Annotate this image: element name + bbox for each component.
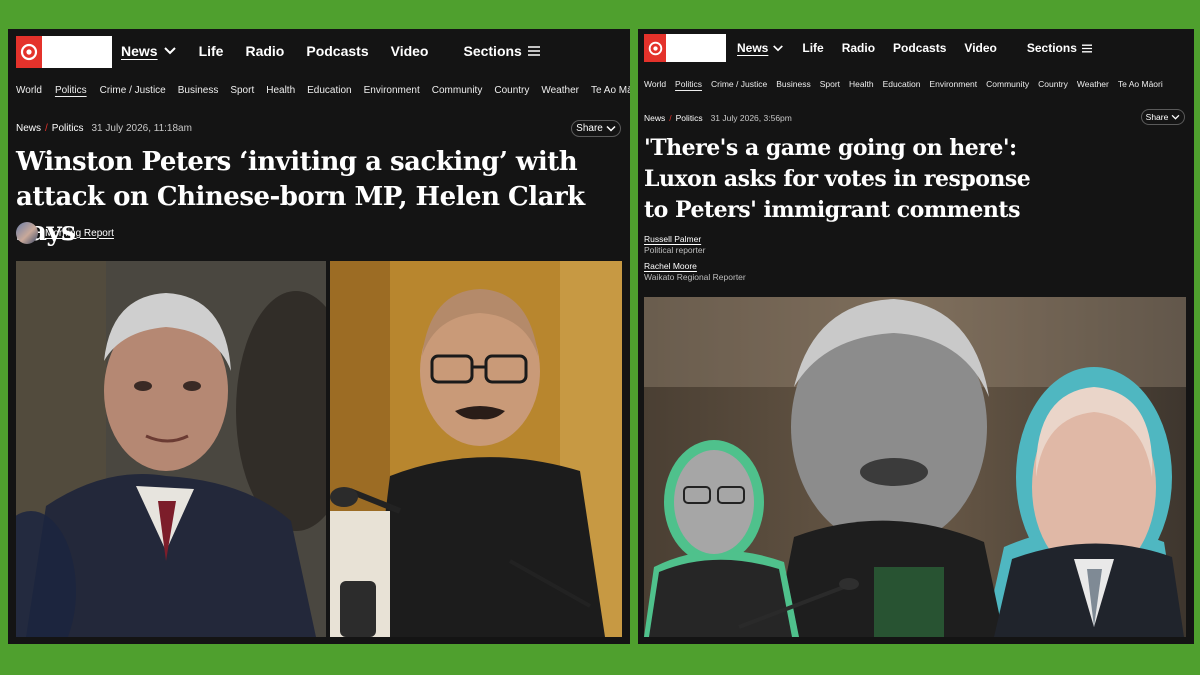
hamburger-icon: [527, 46, 540, 56]
hero-photo-collage: [644, 297, 1186, 637]
main-nav: News Life Radio Podcasts Video Sections: [737, 41, 1092, 55]
subnav-politics[interactable]: Politics: [675, 79, 702, 89]
chevron-down-icon: [606, 125, 616, 132]
nav-life[interactable]: Life: [199, 43, 224, 59]
publish-date: 31 July 2026, 3:56pm: [710, 113, 792, 123]
breadcrumb: News / Politics 31 July 2026, 3:56pm: [644, 113, 792, 123]
author-1-role: Political reporter: [644, 245, 706, 255]
share-button[interactable]: Share: [1141, 109, 1185, 125]
rnz-logo-mark-icon: [16, 36, 42, 68]
subnav-education[interactable]: Education: [307, 85, 351, 96]
nav-news[interactable]: News: [737, 41, 784, 55]
sub-nav: World Politics Crime / Justice Business …: [16, 85, 630, 96]
right-article-screenshot: News Life Radio Podcasts Video Sections …: [638, 29, 1194, 644]
sub-nav: World Politics Crime / Justice Business …: [644, 79, 1163, 89]
rnz-logo-wordmark: [666, 34, 726, 62]
subnav-sport[interactable]: Sport: [230, 85, 254, 96]
breadcrumb-politics[interactable]: Politics: [52, 123, 84, 134]
nav-life[interactable]: Life: [802, 41, 823, 55]
nav-news[interactable]: News: [121, 43, 177, 59]
subnav-health[interactable]: Health: [266, 85, 295, 96]
subnav-weather[interactable]: Weather: [541, 85, 579, 96]
article-headline: 'There's a game going on here': Luxon as…: [644, 135, 1031, 223]
subnav-world[interactable]: World: [644, 79, 666, 89]
mp-portrait: [330, 261, 622, 637]
rnz-logo-wordmark: [42, 36, 112, 68]
chevron-down-icon: [163, 47, 176, 55]
avatar: [16, 222, 38, 244]
rnz-logo[interactable]: [16, 36, 112, 68]
subnav-country[interactable]: Country: [1038, 79, 1068, 89]
subnav-health[interactable]: Health: [849, 79, 874, 89]
subnav-education[interactable]: Education: [883, 79, 921, 89]
nav-video[interactable]: Video: [964, 41, 996, 55]
hero-photo-winston-peters: [16, 261, 326, 637]
author-1-name[interactable]: Russell Palmer: [644, 234, 705, 245]
author-1: Russell Palmer Political reporter: [644, 234, 705, 256]
subnav-environment[interactable]: Environment: [929, 79, 977, 89]
subnav-community[interactable]: Community: [432, 85, 483, 96]
nav-podcasts[interactable]: Podcasts: [893, 41, 946, 55]
breadcrumb-news[interactable]: News: [16, 123, 41, 134]
nav-podcasts[interactable]: Podcasts: [306, 43, 368, 59]
breadcrumb-politics[interactable]: Politics: [676, 113, 703, 123]
chevron-down-icon: [1171, 114, 1180, 120]
nav-radio[interactable]: Radio: [245, 43, 284, 59]
subnav-environment[interactable]: Environment: [364, 85, 420, 96]
publish-date: 31 July 2026, 11:18am: [91, 123, 192, 134]
politicians-collage: [644, 297, 1186, 637]
byline: Morning Report: [16, 222, 114, 244]
subnav-crime-justice[interactable]: Crime / Justice: [100, 85, 166, 96]
subnav-crime-justice[interactable]: Crime / Justice: [711, 79, 767, 89]
breadcrumb-news[interactable]: News: [644, 113, 665, 123]
subnav-country[interactable]: Country: [494, 85, 529, 96]
winston-peters-portrait: [16, 261, 326, 637]
subnav-sport[interactable]: Sport: [820, 79, 840, 89]
hero-photo-chinese-born-mp: [330, 261, 622, 637]
breadcrumb: News / Politics 31 July 2026, 11:18am: [16, 123, 192, 134]
sections-menu-button[interactable]: Sections: [463, 43, 540, 59]
subnav-world[interactable]: World: [16, 85, 42, 96]
subnav-weather[interactable]: Weather: [1077, 79, 1109, 89]
rnz-logo[interactable]: [644, 34, 726, 62]
subnav-te-ao-maori[interactable]: Te Ao Māori: [1118, 79, 1163, 89]
chevron-down-icon: [773, 44, 784, 51]
main-nav: News Life Radio Podcasts Video Sections: [121, 43, 540, 59]
left-article-screenshot: News Life Radio Podcasts Video Sections …: [8, 29, 630, 644]
byline-link[interactable]: Morning Report: [45, 228, 114, 239]
hamburger-icon: [1081, 44, 1092, 52]
author-2: Rachel Moore Waikato Regional Reporter: [644, 261, 746, 283]
nav-video[interactable]: Video: [391, 43, 429, 59]
author-2-name[interactable]: Rachel Moore: [644, 261, 746, 272]
share-button[interactable]: Share: [571, 120, 621, 137]
nav-radio[interactable]: Radio: [842, 41, 875, 55]
subnav-politics[interactable]: Politics: [55, 85, 87, 96]
rnz-logo-mark-icon: [644, 34, 666, 62]
subnav-community[interactable]: Community: [986, 79, 1029, 89]
subnav-te-ao-maori[interactable]: Te Ao Māori: [591, 85, 630, 96]
author-2-role: Waikato Regional Reporter: [644, 272, 746, 282]
subnav-business[interactable]: Business: [776, 79, 811, 89]
subnav-business[interactable]: Business: [178, 85, 219, 96]
sections-menu-button[interactable]: Sections: [1027, 41, 1092, 55]
